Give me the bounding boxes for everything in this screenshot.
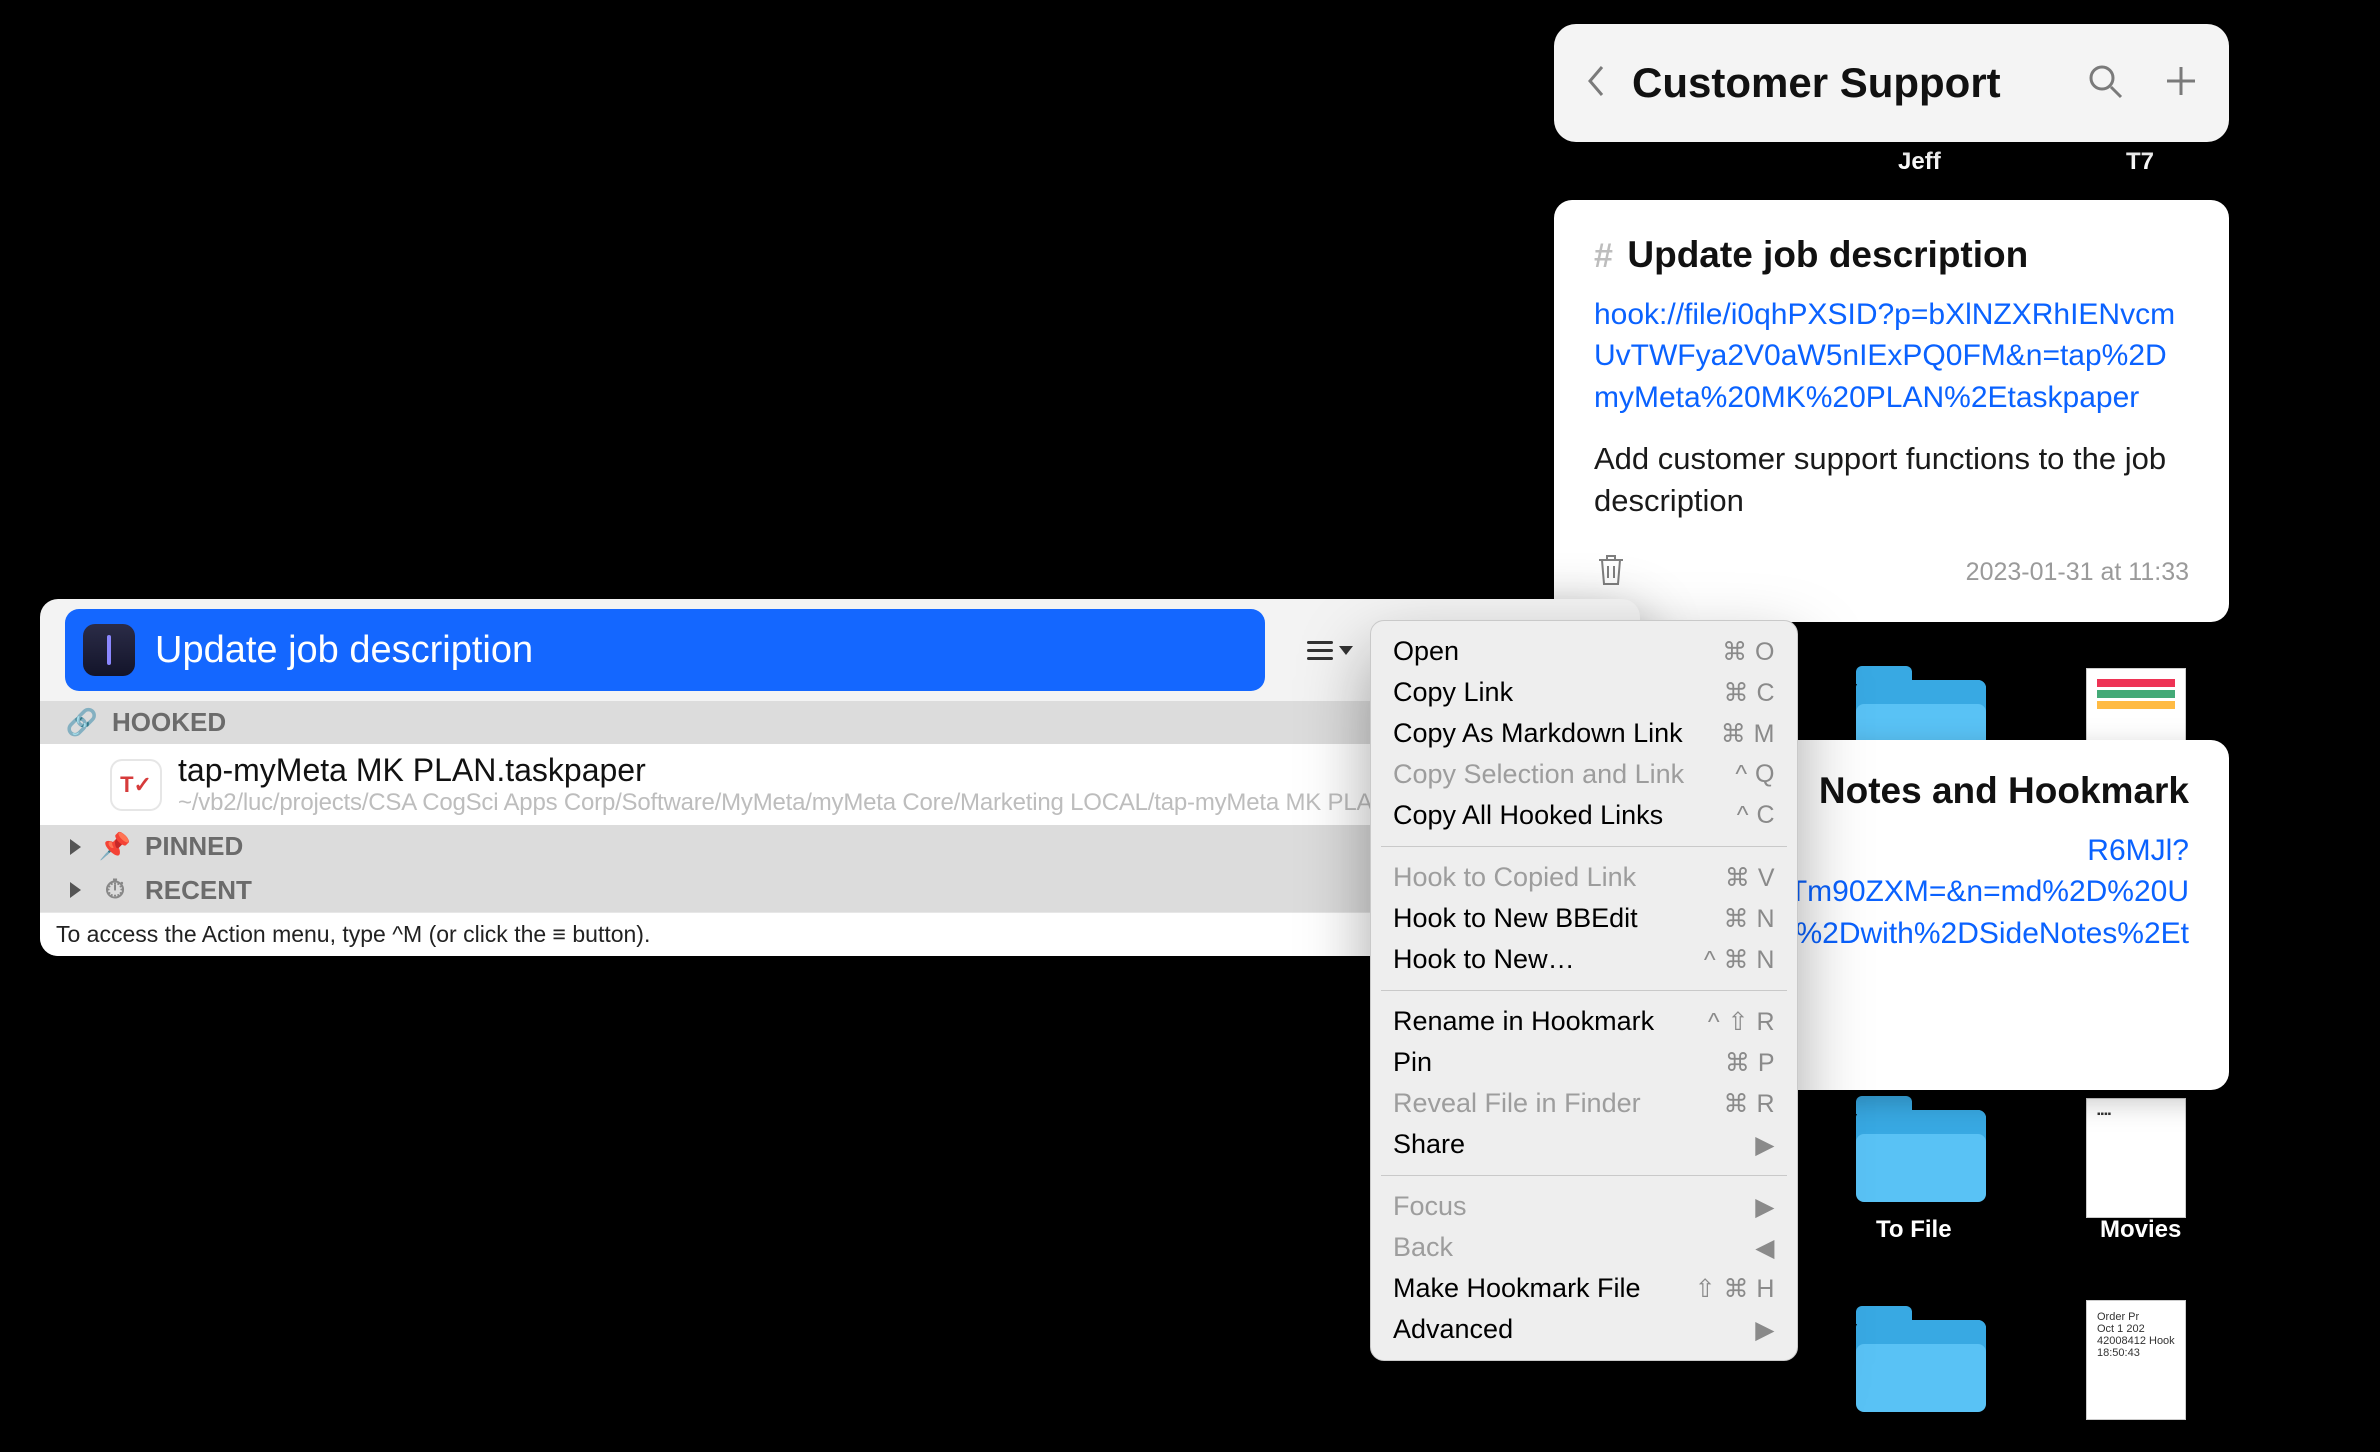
menu-item-label: Back xyxy=(1393,1232,1453,1263)
menu-shortcut: ⌘ R xyxy=(1724,1089,1776,1119)
menu-item-make-hookmark-file[interactable]: Make Hookmark File ⇧ ⌘ H xyxy=(1371,1268,1797,1309)
chevron-right-icon: ▶ xyxy=(1755,1192,1775,1222)
menu-item-label: Reveal File in Finder xyxy=(1393,1088,1641,1119)
menu-separator xyxy=(1381,846,1787,847)
menu-item-label: Make Hookmark File xyxy=(1393,1273,1641,1304)
sidenotes-header: Customer Support xyxy=(1554,24,2229,142)
menu-shortcut: ⌘ V xyxy=(1725,863,1775,893)
file-name: tap-myMeta MK PLAN.taskpaper xyxy=(178,752,1389,789)
menu-shortcut: ⌘ O xyxy=(1722,637,1775,667)
desktop-label-jeff: Jeff xyxy=(1898,148,1941,176)
menu-item-label: Pin xyxy=(1393,1047,1432,1078)
chevron-down-icon xyxy=(1339,646,1353,655)
chevron-right-icon: ▶ xyxy=(1755,1130,1775,1160)
sidenotes-title: Customer Support xyxy=(1632,59,2063,107)
menu-item-hook-to-new-bbedit[interactable]: Hook to New BBEdit ⌘ N xyxy=(1371,898,1797,939)
menu-shortcut: ⌘ C xyxy=(1724,678,1776,708)
desktop-document-3[interactable]: Order PrOct 1 20242008412 Hook18:50:43 xyxy=(2086,1300,2186,1420)
trash-icon[interactable] xyxy=(1594,551,1628,594)
chevron-left-icon: ◀ xyxy=(1755,1233,1775,1263)
menu-item-label: Share xyxy=(1393,1129,1465,1160)
pin-icon: 📌 xyxy=(103,831,127,862)
menu-item-label: Open xyxy=(1393,636,1459,667)
note-title-2: Notes and Hookmark xyxy=(1819,770,2189,811)
menu-item-advanced[interactable]: Advanced ▶ xyxy=(1371,1309,1797,1350)
chevron-right-icon: ▶ xyxy=(1755,1315,1775,1345)
add-icon[interactable] xyxy=(2161,61,2201,106)
menu-item-copy-selection-and-link: Copy Selection and Link ^ Q xyxy=(1371,754,1797,795)
note-title: Update job description xyxy=(1627,234,2028,275)
menu-item-label: Hook to Copied Link xyxy=(1393,862,1636,893)
menu-item-reveal-file-in-finder: Reveal File in Finder ⌘ R xyxy=(1371,1083,1797,1124)
back-icon[interactable] xyxy=(1582,61,1610,106)
section-label: PINNED xyxy=(145,831,243,862)
menu-shortcut: ⌘ P xyxy=(1725,1048,1775,1078)
note-body: Add customer support functions to the jo… xyxy=(1594,438,2189,521)
action-context-menu: Open ⌘ O Copy Link ⌘ C Copy As Markdown Link… xyxy=(1370,620,1798,1361)
menu-shortcut: ^ ⇧ R xyxy=(1708,1007,1775,1037)
hookmark-item-title: Update job description xyxy=(155,629,533,672)
disclosure-triangle-icon xyxy=(70,882,81,898)
menu-item-label: Advanced xyxy=(1393,1314,1513,1345)
menu-item-open[interactable]: Open ⌘ O xyxy=(1371,631,1797,672)
menu-item-copy-as-markdown-link[interactable]: Copy As Markdown Link ⌘ M xyxy=(1371,713,1797,754)
menu-item-label: Copy Link xyxy=(1393,677,1513,708)
menu-item-label: Copy All Hooked Links xyxy=(1393,800,1663,831)
menu-item-label: Hook to New… xyxy=(1393,944,1575,975)
menu-item-label: Rename in Hookmark xyxy=(1393,1006,1654,1037)
menu-item-share[interactable]: Share ▶ xyxy=(1371,1124,1797,1165)
action-menu-button[interactable] xyxy=(1301,626,1359,674)
file-path: ~/vb2/luc/projects/CSA CogSci Apps Corp/… xyxy=(178,789,1389,817)
note-card-1[interactable]: # Update job description hook://file/i0q… xyxy=(1554,200,2229,622)
hash-icon: # xyxy=(1594,237,1613,275)
note-hook-link[interactable]: hook://file/i0qhPXSID?p=bXlNZXRhIENvcmUv… xyxy=(1594,294,2189,418)
menu-shortcut: ⌘ N xyxy=(1724,904,1776,934)
menu-item-label: Focus xyxy=(1393,1191,1467,1222)
section-label: RECENT xyxy=(145,875,252,906)
menu-item-hook-to-copied-link: Hook to Copied Link ⌘ V xyxy=(1371,857,1797,898)
section-label: HOOKED xyxy=(112,707,226,738)
menu-item-copy-all-hooked-links[interactable]: Copy All Hooked Links ^ C xyxy=(1371,795,1797,836)
search-icon[interactable] xyxy=(2085,61,2125,106)
menu-item-rename-in-hookmark[interactable]: Rename in Hookmark ^ ⇧ R xyxy=(1371,1001,1797,1042)
menu-shortcut: ^ ⌘ N xyxy=(1704,945,1775,975)
menu-item-label: Hook to New BBEdit xyxy=(1393,903,1638,934)
menu-separator xyxy=(1381,1175,1787,1176)
menu-item-focus: Focus ▶ xyxy=(1371,1186,1797,1227)
menu-shortcut: ⇧ ⌘ H xyxy=(1695,1274,1775,1304)
note-timestamp: 2023-01-31 at 11:33 xyxy=(1966,558,2189,587)
clock-icon: ⏱ xyxy=(103,874,127,906)
desktop-folder-3[interactable] xyxy=(1856,1320,1986,1412)
menu-separator xyxy=(1381,990,1787,991)
menu-shortcut: ^ C xyxy=(1737,801,1775,830)
menu-shortcut: ^ Q xyxy=(1735,760,1775,789)
desktop-folder-tofile[interactable] xyxy=(1856,1110,1986,1202)
menu-item-label: Copy As Markdown Link xyxy=(1393,718,1683,749)
desktop-label-movies: Movies xyxy=(2100,1216,2181,1244)
desktop-label-t7: T7 xyxy=(2126,148,2154,176)
menu-item-label: Copy Selection and Link xyxy=(1393,759,1684,790)
menu-shortcut: ⌘ M xyxy=(1721,719,1775,749)
desktop-document-2[interactable]: ▪▪▪▪ xyxy=(2086,1098,2186,1218)
disclosure-triangle-icon xyxy=(70,839,81,855)
taskpaper-app-icon: T✓ xyxy=(110,759,162,811)
menu-item-back: Back ◀ xyxy=(1371,1227,1797,1268)
menu-item-pin[interactable]: Pin ⌘ P xyxy=(1371,1042,1797,1083)
hookmark-title-pill[interactable]: Update job description xyxy=(65,609,1265,691)
sidenotes-app-icon xyxy=(83,624,135,676)
menu-item-copy-link[interactable]: Copy Link ⌘ C xyxy=(1371,672,1797,713)
desktop-label-tofile: To File xyxy=(1876,1216,1952,1244)
link-icon: 🔗 xyxy=(70,707,94,738)
menu-item-hook-to-new[interactable]: Hook to New… ^ ⌘ N xyxy=(1371,939,1797,980)
